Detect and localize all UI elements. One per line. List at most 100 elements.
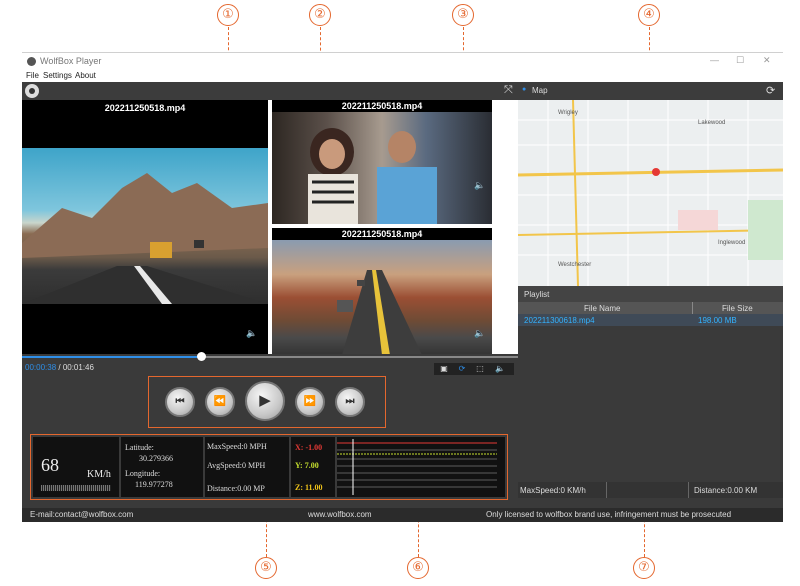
- rewind-button[interactable]: ⏪: [205, 387, 235, 417]
- footer-divider-1: [606, 482, 607, 498]
- column-file-size[interactable]: File Size: [722, 304, 753, 313]
- stats-panel: MaxSpeed:0 MPH AvgSpeed:0 MPH Distance:0…: [205, 437, 289, 497]
- map-header: ● Map ⟳: [518, 82, 783, 100]
- current-time: 00:00:38: [25, 363, 57, 372]
- latitude-label: Latitude:: [125, 443, 154, 452]
- playback-controls: ⏮ ⏪ ▶ ⏩ ⏭: [148, 376, 386, 428]
- map-view[interactable]: Wrigley Westchester Lakewood Inglewood: [518, 100, 783, 286]
- time-separator: /: [56, 363, 63, 372]
- callout-1: ①: [217, 4, 239, 26]
- callout-5: ⑤: [255, 557, 277, 579]
- footer-distance: Distance:0.00 KM: [694, 486, 758, 495]
- skip-previous-button[interactable]: ⏮: [165, 387, 195, 417]
- map-label-lakewood: Lakewood: [698, 120, 726, 126]
- callout-3: ③: [452, 4, 474, 26]
- refresh-icon[interactable]: ⟳: [766, 84, 775, 97]
- seek-progress: [22, 356, 201, 358]
- volume-icon-rear[interactable]: 🔈: [474, 328, 485, 339]
- playlist-columns: File Name File Size: [518, 302, 783, 314]
- playlist-header: Playlist: [518, 286, 783, 302]
- maximize-button[interactable]: ☐: [736, 55, 744, 66]
- gps-panel: Latitude: 30.279366 Longitude: 119.97727…: [121, 437, 203, 497]
- menu-about[interactable]: About: [75, 71, 96, 80]
- speedometer: 68 KM/h: [33, 437, 119, 497]
- playlist-file-size: 198.00 MB: [698, 316, 737, 325]
- playlist-list[interactable]: [518, 326, 783, 482]
- footer-divider-2: [688, 482, 689, 498]
- window-mode-icon[interactable]: ⬚: [474, 364, 486, 374]
- footer-max-speed: MaxSpeed:0 KM/h: [520, 486, 586, 495]
- max-speed-stat: MaxSpeed:0 MPH: [207, 442, 267, 451]
- fast-forward-button[interactable]: ⏩: [295, 387, 325, 417]
- callout-6: ⑥: [407, 557, 429, 579]
- distance-stat: Distance:0.00 MP: [207, 484, 265, 493]
- app-logo-icon: [27, 57, 36, 66]
- video-pane-interior[interactable]: 202211250518.mp4 🔈: [272, 100, 492, 224]
- seek-handle[interactable]: [196, 352, 206, 361]
- minimize-button[interactable]: —: [710, 55, 719, 65]
- menu-file[interactable]: File: [26, 71, 39, 80]
- speed-gauge: [41, 485, 111, 491]
- playlist-footer: MaxSpeed:0 KM/h Distance:0.00 KM: [518, 482, 783, 498]
- volume-icon-interior[interactable]: 🔈: [474, 180, 485, 191]
- title-bar: WolfBox Player — ☐ ✕: [22, 52, 783, 70]
- status-email: E-mail:contact@wolfbox.com: [30, 510, 134, 519]
- gsensor-graph: [337, 437, 505, 497]
- latitude-value: 30.279366: [139, 454, 173, 463]
- playlist-row[interactable]: 202211300618.mp4 198.00 MB: [518, 314, 783, 326]
- volume-icon-front[interactable]: 🔈: [246, 328, 257, 339]
- seek-bar[interactable]: [22, 352, 518, 361]
- menu-settings[interactable]: Settings: [43, 71, 72, 80]
- gsensor-y: Y: 7.00: [295, 461, 319, 470]
- play-button[interactable]: ▶: [245, 381, 285, 421]
- gsensor-values: X: -1.00 Y: 7.00 Z: 11.00: [291, 437, 335, 497]
- callout-7: ⑦: [633, 557, 655, 579]
- front-camera-image: [22, 148, 268, 304]
- app-window: WolfBox Player — ☐ ✕ File Settings About…: [22, 52, 783, 522]
- status-bar: E-mail:contact@wolfbox.com www.wolfbox.c…: [22, 508, 783, 522]
- time-readout: 00:00:38 / 00:01:46: [25, 363, 94, 372]
- total-time: 00:01:46: [62, 363, 94, 372]
- video-pane-rear[interactable]: 202211250518.mp4 🔈: [272, 228, 492, 354]
- view-buttons: ▣ ⟳ ⬚ 🔈: [434, 363, 514, 375]
- right-column: ● Map ⟳ Wrigley Westchester Lakewood Ing…: [518, 82, 783, 498]
- video-toolbar: ⤧: [22, 82, 518, 100]
- longitude-label: Longitude:: [125, 469, 161, 478]
- snapshot-icon[interactable]: ▣: [438, 364, 450, 374]
- callout-4: ④: [638, 4, 660, 26]
- video-title-rear: 202211250518.mp4: [341, 229, 423, 239]
- rotate-icon[interactable]: ⟳: [456, 364, 468, 374]
- column-file-name[interactable]: File Name: [584, 304, 620, 313]
- map-dot-icon: ●: [522, 86, 527, 93]
- column-divider: [692, 302, 693, 314]
- interior-camera-image: [272, 112, 492, 224]
- avg-speed-stat: AvgSpeed:0 MPH: [207, 461, 266, 470]
- speed-unit: KM/h: [87, 469, 111, 480]
- status-license: Only licensed to wolfbox brand use, infr…: [486, 510, 732, 519]
- gsensor-x: X: -1.00: [295, 443, 323, 452]
- longitude-value: 119.977278: [135, 480, 173, 489]
- playlist-title: Playlist: [524, 290, 550, 299]
- rear-camera-image: [272, 240, 492, 354]
- close-button[interactable]: ✕: [763, 55, 771, 66]
- map-label-inglewood: Inglewood: [718, 240, 746, 246]
- status-website[interactable]: www.wolfbox.com: [308, 510, 372, 519]
- window-title: WolfBox Player: [40, 56, 102, 66]
- speed-value: 68: [41, 455, 59, 475]
- telemetry-panel: 68 KM/h Latitude: 30.279366 Longitude: 1…: [30, 434, 508, 500]
- map-label-wrigley: Wrigley: [558, 110, 578, 116]
- menu-bar: File Settings About: [22, 70, 783, 82]
- volume-icon[interactable]: 🔈: [494, 364, 506, 374]
- fullscreen-icon[interactable]: ⤧: [504, 84, 513, 97]
- playlist-file-name: 202211300618.mp4: [524, 316, 595, 325]
- skip-next-button[interactable]: ⏭: [335, 387, 365, 417]
- camera-icon[interactable]: [25, 84, 39, 98]
- map-label-westchester: Westchester: [558, 262, 592, 268]
- callout-2: ②: [309, 4, 331, 26]
- gsensor-z: Z: 11.00: [295, 483, 323, 492]
- video-title-interior: 202211250518.mp4: [341, 101, 423, 111]
- map-title: Map: [532, 86, 548, 95]
- video-title-front: 202211250518.mp4: [104, 103, 186, 113]
- video-pane-front[interactable]: 202211250518.mp4 🔈: [22, 100, 268, 354]
- video-area: 202211250518.mp4 🔈 202211250518.mp4 🔈 20…: [22, 100, 518, 354]
